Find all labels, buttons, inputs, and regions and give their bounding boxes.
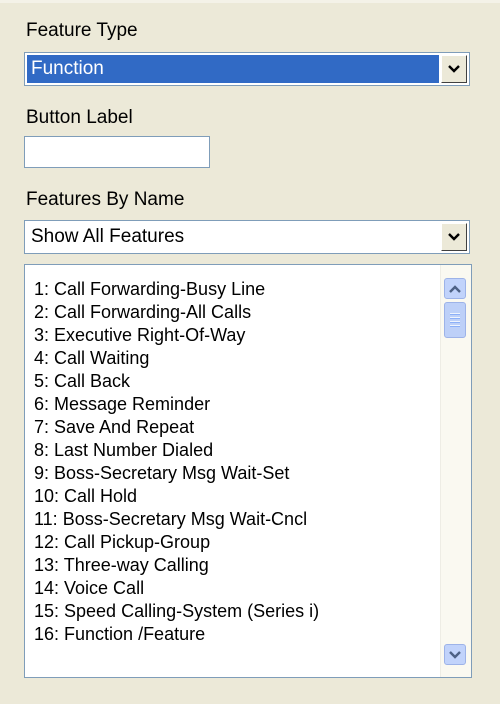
list-item[interactable]: 5: Call Back bbox=[25, 370, 441, 393]
feature-type-value[interactable]: Function bbox=[27, 55, 439, 83]
features-list: 1: Call Forwarding-Busy Line 2: Call Forw… bbox=[25, 265, 441, 677]
list-item[interactable]: 2: Call Forwarding-All Calls bbox=[25, 301, 441, 324]
scroll-up-button[interactable] bbox=[444, 278, 466, 299]
panel-top-highlight bbox=[0, 0, 500, 3]
list-item[interactable]: 9: Boss-Secretary Msg Wait-Set bbox=[25, 462, 441, 485]
scroll-down-button[interactable] bbox=[444, 644, 466, 665]
list-item[interactable]: 12: Call Pickup-Group bbox=[25, 531, 441, 554]
list-item[interactable]: 11: Boss-Secretary Msg Wait-Cncl bbox=[25, 508, 441, 531]
list-item[interactable]: 7: Save And Repeat bbox=[25, 416, 441, 439]
chevron-down-icon bbox=[449, 650, 461, 659]
features-by-name-dropdown-button[interactable] bbox=[441, 223, 467, 251]
scrollbar-thumb[interactable] bbox=[444, 302, 466, 338]
list-item[interactable]: 10: Call Hold bbox=[25, 485, 441, 508]
features-by-name-select[interactable]: Show All Features bbox=[24, 220, 470, 254]
chevron-down-icon bbox=[448, 65, 460, 73]
button-label-label: Button Label bbox=[26, 107, 133, 128]
vertical-scrollbar[interactable] bbox=[440, 265, 471, 677]
list-item[interactable]: 14: Voice Call bbox=[25, 577, 441, 600]
chevron-down-icon bbox=[448, 233, 460, 241]
grip-icon bbox=[450, 312, 460, 328]
list-item[interactable]: 15: Speed Calling-System (Series i) bbox=[25, 600, 441, 623]
button-label-input[interactable] bbox=[24, 136, 210, 168]
feature-type-select[interactable]: Function bbox=[24, 52, 470, 86]
feature-type-label: Feature Type bbox=[26, 20, 138, 41]
list-item[interactable]: 3: Executive Right-Of-Way bbox=[25, 324, 441, 347]
list-item[interactable]: 4: Call Waiting bbox=[25, 347, 441, 370]
feature-type-dropdown-button[interactable] bbox=[441, 55, 467, 83]
chevron-up-icon bbox=[449, 284, 461, 293]
list-item[interactable]: 8: Last Number Dialed bbox=[25, 439, 441, 462]
features-by-name-value[interactable]: Show All Features bbox=[27, 223, 439, 251]
list-item[interactable]: 1: Call Forwarding-Busy Line bbox=[25, 278, 441, 301]
list-item[interactable]: 13: Three-way Calling bbox=[25, 554, 441, 577]
features-listbox[interactable]: 1: Call Forwarding-Busy Line 2: Call Forw… bbox=[24, 264, 472, 678]
list-item[interactable]: 16: Function /Feature bbox=[25, 623, 441, 646]
list-item[interactable]: 6: Message Reminder bbox=[25, 393, 441, 416]
features-by-name-label: Features By Name bbox=[26, 189, 185, 210]
